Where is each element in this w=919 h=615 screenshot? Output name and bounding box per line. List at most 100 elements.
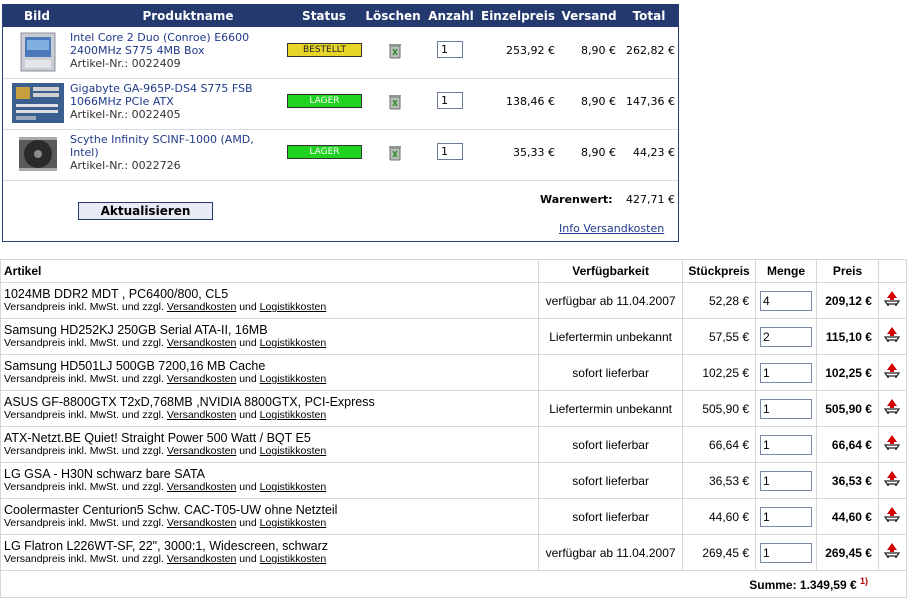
quantity-cell — [755, 354, 818, 391]
col-stueckpreis: Stückpreis — [682, 259, 757, 283]
note-and: und — [239, 517, 257, 529]
quantity-cell — [755, 498, 818, 535]
quantity-input[interactable] — [760, 470, 813, 491]
unit-price: 505,90 € — [682, 390, 757, 427]
cart2-row: Samsung HD252KJ 250GB Serial ATA-II, 16M… — [0, 318, 908, 355]
quantity-input[interactable] — [760, 326, 813, 347]
versandkosten-link[interactable]: Versandkosten — [167, 553, 236, 565]
cart-remove-icon[interactable] — [883, 290, 901, 306]
cart2-header-row: Artikel Verfügbarkeit Stückpreis Menge P… — [0, 259, 908, 283]
shipping-note: Versandpreis inkl. MwSt. und zzgl. Versa… — [4, 301, 538, 314]
versandkosten-link[interactable]: Versandkosten — [167, 301, 236, 313]
col-produktname: Produktname — [142, 9, 234, 23]
quantity-input[interactable] — [437, 92, 463, 109]
note-and: und — [239, 481, 257, 493]
trash-icon[interactable] — [387, 42, 403, 59]
cart-remove-icon[interactable] — [883, 506, 901, 522]
row-total: 66,64 € — [816, 426, 879, 463]
availability: sofort lieferbar — [538, 462, 684, 499]
versandkosten-link[interactable]: Versandkosten — [167, 517, 236, 529]
note-prefix: Versandpreis inkl. MwSt. und zzgl. — [4, 373, 164, 385]
product-thumbnail-mainboard[interactable] — [11, 82, 65, 124]
logistikkosten-link[interactable]: Logistikkosten — [260, 553, 327, 565]
versandkosten-link[interactable]: Versandkosten — [167, 337, 236, 349]
cart2-row: LG GSA - H30N schwarz bare SATA Versandpr… — [0, 462, 908, 499]
product-link[interactable]: Gigabyte GA-965P-DS4 S775 FSB 1066MHz PC… — [70, 82, 253, 108]
availability: sofort lieferbar — [538, 498, 684, 535]
logistikkosten-link[interactable]: Logistikkosten — [260, 409, 327, 421]
availability: sofort lieferbar — [538, 426, 684, 463]
cart1-row: Scythe Infinity SCINF-1000 (AMD, Intel) … — [3, 129, 678, 181]
logistikkosten-link[interactable]: Logistikkosten — [260, 481, 327, 493]
quantity-input[interactable] — [437, 41, 463, 58]
quantity-input[interactable] — [760, 290, 813, 311]
product-link[interactable]: Scythe Infinity SCINF-1000 (AMD, Intel) — [70, 133, 254, 159]
note-and: und — [239, 337, 257, 349]
article-cell: Coolermaster Centurion5 Schw. CAC-T05-UW… — [0, 498, 540, 535]
status-badge: BESTELLT — [287, 43, 362, 57]
cart2-sum-row: Summe: 1.349,59 € 1) — [0, 570, 907, 598]
quantity-cell — [755, 318, 818, 355]
note-prefix: Versandpreis inkl. MwSt. und zzgl. — [4, 445, 164, 457]
delete-cell — [877, 426, 908, 463]
cart-remove-icon[interactable] — [883, 434, 901, 450]
cart-table-2: Artikel Verfügbarkeit Stückpreis Menge P… — [0, 259, 908, 598]
note-and: und — [239, 553, 257, 565]
trash-icon[interactable] — [387, 93, 403, 110]
shipping-note: Versandpreis inkl. MwSt. und zzgl. Versa… — [4, 337, 538, 350]
product-link[interactable]: Intel Core 2 Duo (Conroe) E6600 2400MHz … — [70, 31, 249, 57]
cart1-header: Bild Produktname Status Löschen Anzahl E… — [3, 5, 678, 27]
unit-price: 44,60 € — [682, 498, 757, 535]
info-shipping-link[interactable]: Info Versandkosten — [559, 222, 664, 235]
shipping-note: Versandpreis inkl. MwSt. und zzgl. Versa… — [4, 481, 538, 494]
availability: verfügbar ab 11.04.2007 — [538, 534, 684, 571]
update-button[interactable]: Aktualisieren — [78, 202, 213, 220]
cart1-row: Gigabyte GA-965P-DS4 S775 FSB 1066MHz PC… — [3, 78, 678, 130]
cart-remove-icon[interactable] — [883, 470, 901, 486]
logistikkosten-link[interactable]: Logistikkosten — [260, 301, 327, 313]
status-badge: LAGER — [287, 94, 362, 108]
row-total: 209,12 € — [816, 282, 879, 319]
quantity-input[interactable] — [760, 398, 813, 419]
unit-price: 138,46 € — [506, 95, 555, 108]
col-status: Status — [302, 9, 346, 23]
col-anzahl: Anzahl — [428, 9, 474, 23]
quantity-input[interactable] — [760, 434, 813, 455]
article-cell: LG Flatron L226WT-SF, 22", 3000:1, Wides… — [0, 534, 540, 571]
row-total: 505,90 € — [816, 390, 879, 427]
product-thumbnail-cooler[interactable] — [11, 133, 65, 175]
logistikkosten-link[interactable]: Logistikkosten — [260, 517, 327, 529]
cart1-item-cell: Scythe Infinity SCINF-1000 (AMD, Intel) … — [70, 133, 280, 172]
row-total: 44,60 € — [816, 498, 879, 535]
article-name: 1024MB DDR2 MDT , PC6400/800, CL5 — [4, 287, 229, 301]
cart1-item-cell: Intel Core 2 Duo (Conroe) E6600 2400MHz … — [70, 31, 280, 70]
delete-cell — [877, 318, 908, 355]
warenwert-label: Warenwert: — [540, 193, 613, 206]
cart-remove-icon[interactable] — [883, 326, 901, 342]
versandkosten-link[interactable]: Versandkosten — [167, 409, 236, 421]
versandkosten-link[interactable]: Versandkosten — [167, 373, 236, 385]
cart-remove-icon[interactable] — [883, 362, 901, 378]
row-total: 262,82 € — [626, 44, 675, 57]
article-cell: LG GSA - H30N schwarz bare SATA Versandpr… — [0, 462, 540, 499]
col-preis: Preis — [816, 259, 879, 283]
versandkosten-link[interactable]: Versandkosten — [167, 445, 236, 457]
quantity-input[interactable] — [760, 362, 813, 383]
cart-remove-icon[interactable] — [883, 398, 901, 414]
product-thumbnail-cpu[interactable] — [11, 31, 65, 73]
quantity-cell — [755, 282, 818, 319]
trash-icon[interactable] — [387, 144, 403, 161]
availability: Liefertermin unbekannt — [538, 318, 684, 355]
shipping-note: Versandpreis inkl. MwSt. und zzgl. Versa… — [4, 517, 538, 530]
article-number: Artikel-Nr.: 0022409 — [70, 57, 181, 70]
note-prefix: Versandpreis inkl. MwSt. und zzgl. — [4, 301, 164, 313]
cart-remove-icon[interactable] — [883, 542, 901, 558]
quantity-input[interactable] — [437, 143, 463, 160]
logistikkosten-link[interactable]: Logistikkosten — [260, 337, 327, 349]
quantity-input[interactable] — [760, 506, 813, 527]
logistikkosten-link[interactable]: Logistikkosten — [260, 445, 327, 457]
logistikkosten-link[interactable]: Logistikkosten — [260, 373, 327, 385]
note-and: und — [239, 409, 257, 421]
quantity-input[interactable] — [760, 542, 813, 563]
versandkosten-link[interactable]: Versandkosten — [167, 481, 236, 493]
